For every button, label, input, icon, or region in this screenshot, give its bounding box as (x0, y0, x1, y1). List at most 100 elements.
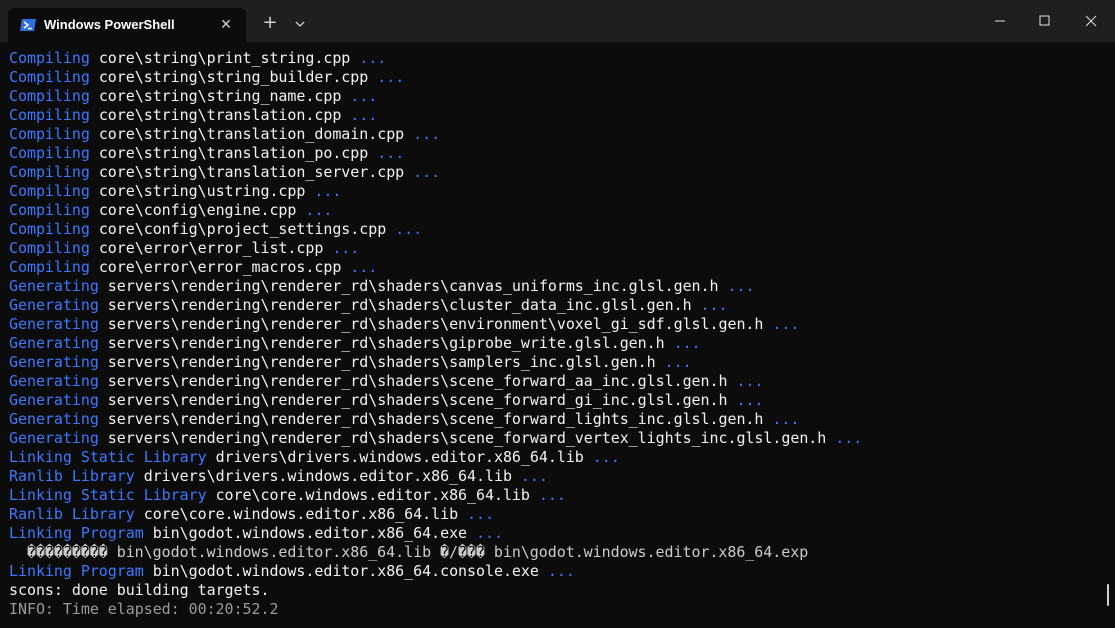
terminal-line: Generating servers\rendering\renderer_rd… (9, 296, 1099, 315)
terminal-line: Linking Program bin\godot.windows.editor… (9, 562, 1099, 581)
line-verb: Generating (9, 296, 99, 314)
line-target: servers\rendering\renderer_rd\shaders\en… (108, 315, 764, 333)
minimize-icon (975, 0, 1021, 42)
line-verb: Compiling (9, 182, 90, 200)
terminal-line: Generating servers\rendering\renderer_rd… (9, 353, 1099, 372)
line-target: drivers\drivers.windows.editor.x86_64.li… (216, 448, 584, 466)
line-ellipsis: ... (727, 372, 763, 390)
line-target: core\string\string_name.cpp (99, 87, 341, 105)
line-ellipsis: ... (656, 353, 692, 371)
line-target: core\string\string_builder.cpp (99, 68, 368, 86)
terminal-line: Compiling core\string\string_builder.cpp… (9, 68, 1099, 87)
line-verb: Compiling (9, 239, 90, 257)
title-bar[interactable]: Windows PowerShell ✕ + (0, 0, 1115, 42)
tab-title: Windows PowerShell (44, 17, 175, 32)
line-target: servers\rendering\renderer_rd\shaders\sc… (108, 372, 728, 390)
line-target: core\error\error_list.cpp (99, 239, 324, 257)
plus-icon: + (262, 12, 277, 33)
line-verb: Generating (9, 372, 99, 390)
line-target: core\string\translation.cpp (99, 106, 341, 124)
line-ellipsis: ... (323, 239, 359, 257)
powershell-window: Windows PowerShell ✕ + Compiling core\st… (0, 0, 1115, 628)
line-verb: Generating (9, 277, 99, 295)
line-target: core\config\project_settings.cpp (99, 220, 386, 238)
terminal-line: Compiling core\string\translation.cpp ..… (9, 106, 1099, 125)
terminal-line: Generating servers\rendering\renderer_rd… (9, 334, 1099, 353)
minimize-button[interactable] (975, 0, 1021, 42)
line-verb: Linking Program (9, 524, 144, 542)
line-ellipsis: ... (305, 182, 341, 200)
terminal-line: Generating servers\rendering\renderer_rd… (9, 372, 1099, 391)
line-target: servers\rendering\renderer_rd\shaders\sc… (108, 429, 826, 447)
line-target: core\string\translation_server.cpp (99, 163, 404, 181)
line-verb: Compiling (9, 163, 90, 181)
line-target: servers\rendering\renderer_rd\shaders\sc… (108, 410, 764, 428)
terminal-line: Generating servers\rendering\renderer_rd… (9, 410, 1099, 429)
close-tab-button[interactable]: ✕ (216, 15, 236, 35)
line-verb: Compiling (9, 144, 90, 162)
line-ellipsis: ... (467, 524, 503, 542)
terminal-line: Compiling core\error\error_macros.cpp ..… (9, 258, 1099, 277)
line-target: core\error\error_macros.cpp (99, 258, 341, 276)
line-verb: Compiling (9, 220, 90, 238)
line-target: bin\godot.windows.editor.x86_64.exe (153, 524, 467, 542)
close-window-button[interactable] (1068, 0, 1114, 42)
terminal-line: Compiling core\string\string_name.cpp ..… (9, 87, 1099, 106)
line-ellipsis: ... (341, 106, 377, 124)
line-ellipsis: ... (763, 315, 799, 333)
line-verb: Generating (9, 315, 99, 333)
terminal-line: Compiling core\config\project_settings.c… (9, 220, 1099, 239)
terminal-line: Linking Static Library drivers\drivers.w… (9, 448, 1099, 467)
line-ellipsis: ... (368, 68, 404, 86)
line-verb: Generating (9, 391, 99, 409)
terminal-line: Linking Static Library core\core.windows… (9, 486, 1099, 505)
powershell-icon (20, 18, 36, 32)
line-verb: Ranlib Library (9, 467, 135, 485)
terminal-line: INFO: Time elapsed: 00:20:52.2 (9, 600, 1099, 619)
line-ellipsis: ... (584, 448, 620, 466)
line-target: core\string\ustring.cpp (99, 182, 306, 200)
line-verb: Ranlib Library (9, 505, 135, 523)
line-target: servers\rendering\renderer_rd\shaders\sa… (108, 353, 656, 371)
terminal-line: Linking Program bin\godot.windows.editor… (9, 524, 1099, 543)
new-tab-button[interactable]: + (258, 12, 282, 36)
line-ellipsis: ... (665, 334, 701, 352)
line-ellipsis: ... (404, 125, 440, 143)
terminal-line: Compiling core\config\engine.cpp ... (9, 201, 1099, 220)
line-target: core\core.windows.editor.x86_64.lib (144, 505, 458, 523)
terminal-line: Ranlib Library drivers\drivers.windows.e… (9, 467, 1099, 486)
terminal-line: Compiling core\string\translation_server… (9, 163, 1099, 182)
line-verb: Compiling (9, 106, 90, 124)
line-ellipsis: ... (404, 163, 440, 181)
line-verb: Generating (9, 429, 99, 447)
tab-windows-powershell[interactable]: Windows PowerShell ✕ (8, 8, 246, 42)
line-ellipsis: ... (719, 277, 755, 295)
terminal-line: Compiling core\error\error_list.cpp ... (9, 239, 1099, 258)
line-target: drivers\drivers.windows.editor.x86_64.li… (144, 467, 512, 485)
line-ellipsis: ... (539, 562, 575, 580)
line-verb: Generating (9, 410, 99, 428)
line-verb: Compiling (9, 201, 90, 219)
line-verb: Compiling (9, 68, 90, 86)
line-verb: Compiling (9, 125, 90, 143)
maximize-button[interactable] (1022, 0, 1068, 42)
line-target: bin\godot.windows.editor.x86_64.console.… (153, 562, 539, 580)
line-ellipsis: ... (530, 486, 566, 504)
terminal-output[interactable]: Compiling core\string\print_string.cpp .… (9, 49, 1099, 624)
close-icon: ✕ (220, 17, 232, 33)
line-ellipsis: ... (826, 429, 862, 447)
line-verb: Compiling (9, 258, 90, 276)
line-ellipsis: ... (692, 296, 728, 314)
terminal-line: Generating servers\rendering\renderer_rd… (9, 277, 1099, 296)
line-ellipsis: ... (368, 144, 404, 162)
line-target: core\string\translation_po.cpp (99, 144, 368, 162)
tab-dropdown-button[interactable] (288, 12, 312, 36)
line-verb: Generating (9, 334, 99, 352)
line-verb: Compiling (9, 49, 90, 67)
terminal-line: Generating servers\rendering\renderer_rd… (9, 315, 1099, 334)
terminal-line: Ranlib Library core\core.windows.editor.… (9, 505, 1099, 524)
scrollbar-thumb[interactable] (1107, 584, 1109, 606)
terminal-line: Compiling core\string\ustring.cpp ... (9, 182, 1099, 201)
line-verb: Linking Static Library (9, 448, 207, 466)
terminal-line: ��������� bin\godot.windows.editor.x86_… (9, 543, 1099, 562)
